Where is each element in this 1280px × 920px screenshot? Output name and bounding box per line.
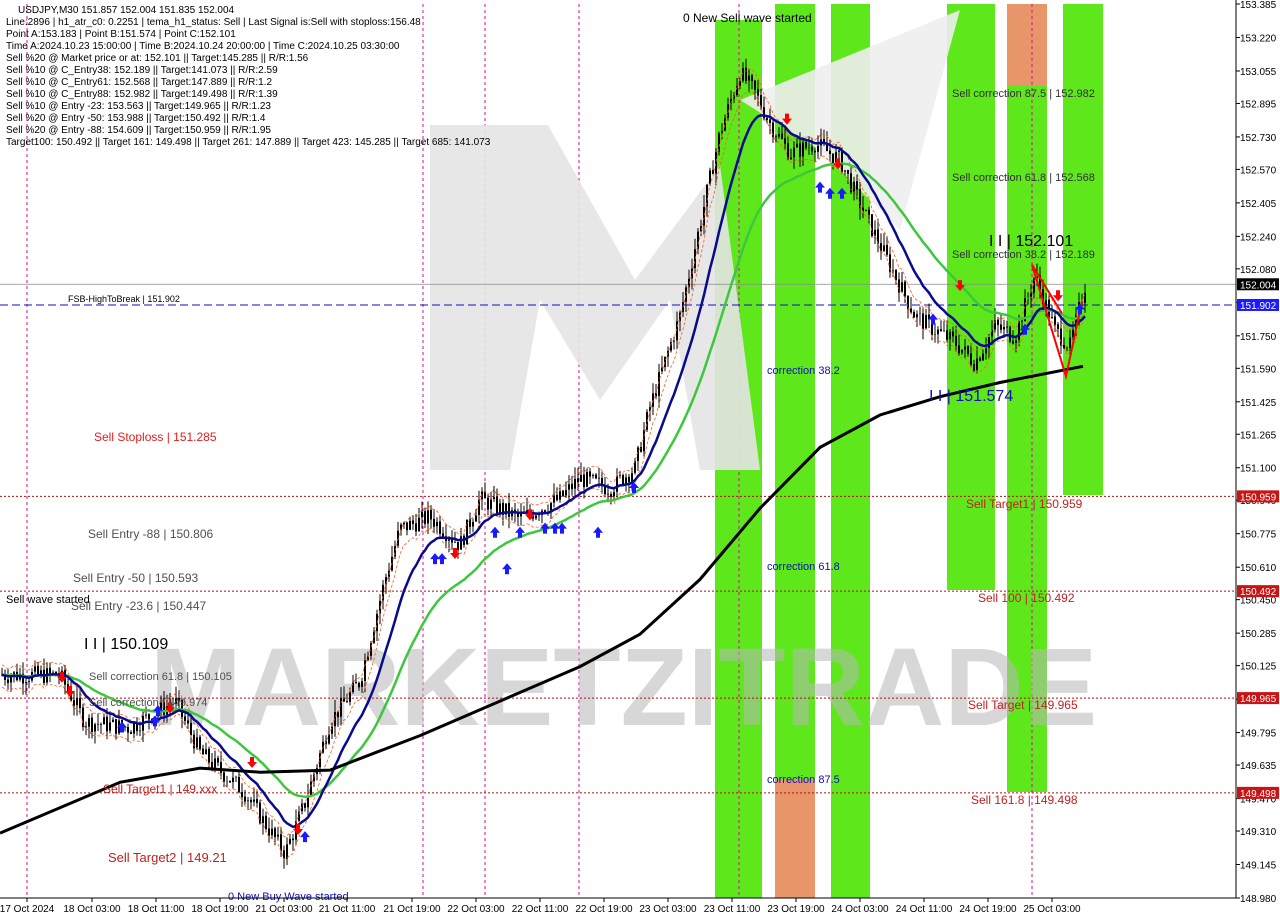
chart-annotation: correction 38.2 — [767, 365, 840, 377]
price-tick-label: 151.425 — [1240, 398, 1277, 409]
time-tick-label: 18 Oct 19:00 — [191, 904, 249, 915]
price-tick-label: 152.405 — [1240, 199, 1277, 210]
price-tick-label: 153.385 — [1240, 0, 1277, 11]
price-tick-label: 151.750 — [1240, 332, 1277, 343]
chart-annotation: Sell Entry -50 | 150.593 — [73, 571, 199, 585]
time-tick-label: 22 Oct 03:00 — [447, 904, 505, 915]
time-tick-label: 24 Oct 11:00 — [896, 904, 953, 915]
time-axis: 17 Oct 2024 18 Oct 03:00 18 Oct 11:00 18 Oc… — [0, 897, 1236, 915]
info-line: Sell %10 @ Entry -23: 153.563 || Target:… — [6, 101, 271, 112]
sell-arrow-icon — [247, 757, 257, 769]
price-tick-label: 149.795 — [1240, 729, 1277, 740]
chart-annotation: Sell 161.8 | 149.498 — [971, 793, 1078, 807]
price-tick-label: 150.775 — [1240, 530, 1277, 541]
buy-arrow-icon — [593, 526, 603, 538]
buy-arrow-icon — [502, 563, 512, 575]
chart-annotation: 0 New Sell wave started — [683, 11, 812, 25]
info-line: Line:2896 | h1_atr_c0: 0.2251 | tema_h1_… — [6, 17, 421, 28]
chart-annotation: Sell 100 | 150.492 — [978, 591, 1075, 605]
info-panel: USDJPY,M30 151.857 152.004 151.835 152.0… — [6, 5, 491, 148]
price-marker-label: 149.498 — [1240, 789, 1277, 800]
chart-annotation: Sell Target2 | 149.21 — [108, 850, 227, 865]
info-line: Sell %10 @ C_Entry88: 152.982 || Target:… — [6, 89, 278, 100]
time-tick-label: 22 Oct 11:00 — [512, 904, 569, 915]
time-tick-label: 17 Oct 2024 — [0, 904, 55, 915]
price-tick-label: 149.310 — [1240, 827, 1277, 838]
price-tick-label: 149.635 — [1240, 761, 1277, 772]
time-tick-label: 21 Oct 19:00 — [383, 904, 441, 915]
buy-arrow-icon — [437, 553, 447, 565]
buy-arrow-icon — [490, 526, 500, 538]
time-tick-label: 23 Oct 11:00 — [704, 904, 761, 915]
time-tick-label: 21 Oct 03:00 — [255, 904, 313, 915]
chart-annotation: correction 87.5 — [767, 774, 840, 786]
chart-annotation: Sell correction 61.8 | 150.105 — [89, 671, 232, 683]
price-tick-label: 153.055 — [1240, 67, 1277, 78]
zone-band — [775, 780, 815, 898]
chart-annotation: Sell wave started — [6, 594, 90, 606]
price-tick-label: 151.265 — [1240, 430, 1277, 441]
info-line: Time A:2024.10.23 15:00:00 | Time B:2024… — [6, 41, 400, 52]
info-line: Sell %20 @ Entry -50: 153.988 || Target:… — [6, 113, 266, 124]
price-tick-label: 150.610 — [1240, 563, 1277, 574]
time-tick-label: 24 Oct 19:00 — [959, 904, 1017, 915]
time-tick-label: 24 Oct 03:00 — [831, 904, 889, 915]
chart-annotation: Sell correction | 149.974 — [89, 697, 207, 709]
price-tick-label: 148.980 — [1240, 894, 1277, 905]
time-tick-label: 21 Oct 11:00 — [319, 904, 376, 915]
info-line: Target100: 150.492 || Target 161: 149.49… — [6, 137, 491, 148]
price-tick-label: 152.240 — [1240, 232, 1277, 243]
buy-arrow-icon — [540, 522, 550, 534]
chart-annotation: Sell Entry -88 | 150.806 — [88, 527, 214, 541]
time-tick-label: 18 Oct 11:00 — [128, 904, 185, 915]
price-axis: 153.385 153.220 153.055 152.895 152.730 152.5… — [1235, 0, 1279, 905]
price-tick-label: 151.100 — [1240, 464, 1277, 475]
chart-annotation: I I | 150.109 — [84, 636, 168, 653]
chart-annotation: Sell Target1 | 150.959 — [966, 497, 1083, 511]
price-tick-label: 152.080 — [1240, 265, 1277, 276]
chart-annotation: FSB-HighToBreak | 151.902 — [68, 294, 180, 304]
chart-annotation: Sell correction 87.5 | 152.982 — [952, 88, 1095, 100]
price-marker-label: 149.965 — [1240, 694, 1277, 705]
price-marker-label: 150.492 — [1240, 587, 1277, 598]
chart-annotation: Sell Target | 149.965 — [968, 698, 1078, 712]
price-tick-label: 152.730 — [1240, 133, 1277, 144]
info-line: Point A:153.183 | Point B:151.574 | Poin… — [6, 29, 236, 40]
buy-arrow-icon — [815, 181, 825, 193]
price-tick-label: 152.570 — [1240, 165, 1277, 176]
price-tick-label: 151.590 — [1240, 364, 1277, 375]
time-tick-label: 22 Oct 19:00 — [575, 904, 633, 915]
price-tick-label: 150.285 — [1240, 629, 1277, 640]
info-line: Sell %20 @ Market price or at: 152.101 |… — [6, 53, 309, 64]
price-marker-label: 151.902 — [1240, 301, 1277, 312]
chart-annotation: I I | 152.101 — [989, 233, 1073, 250]
info-line: Sell %10 @ C_Entry61: 152.568 || Target:… — [6, 77, 273, 88]
price-chart: MARKETZITRADE 0 New Sell wave startedFSB… — [0, 0, 1279, 915]
info-line: Sell %10 @ C_Entry38: 152.189 || Target:… — [6, 65, 278, 76]
time-tick-label: 23 Oct 03:00 — [639, 904, 697, 915]
zone-band — [1007, 4, 1047, 86]
chart-annotation: 0 New Buy Wave started — [228, 891, 349, 903]
time-tick-label: 23 Oct 19:00 — [767, 904, 825, 915]
info-line: USDJPY,M30 151.857 152.004 151.835 152.0… — [18, 5, 235, 16]
info-line: Sell %20 @ Entry -88: 154.609 || Target:… — [6, 125, 271, 136]
price-marker-label: 150.959 — [1240, 492, 1277, 503]
time-tick-label: 25 Oct 03:00 — [1023, 904, 1081, 915]
price-tick-label: 152.895 — [1240, 99, 1277, 110]
chart-annotation: Sell Target1 | 149.xxx — [103, 782, 217, 796]
time-tick-label: 18 Oct 03:00 — [63, 904, 121, 915]
price-tick-label: 150.125 — [1240, 662, 1277, 673]
chart-annotation: Sell Stoploss | 151.285 — [94, 430, 217, 444]
chart-annotation: correction 61.8 — [767, 561, 840, 573]
chart-annotation: Sell Entry -23.6 | 150.447 — [71, 599, 207, 613]
chart-annotation: Sell correction 61.8 | 152.568 — [952, 172, 1095, 184]
price-marker-label: 152.004 — [1240, 280, 1277, 291]
chart-annotation: Sell correction 38.2 | 152.189 — [952, 249, 1095, 261]
chart-annotation: I I | 151.574 — [929, 388, 1013, 405]
price-tick-label: 153.220 — [1240, 33, 1277, 44]
buy-arrow-icon — [300, 831, 310, 843]
price-tick-label: 149.145 — [1240, 861, 1277, 872]
